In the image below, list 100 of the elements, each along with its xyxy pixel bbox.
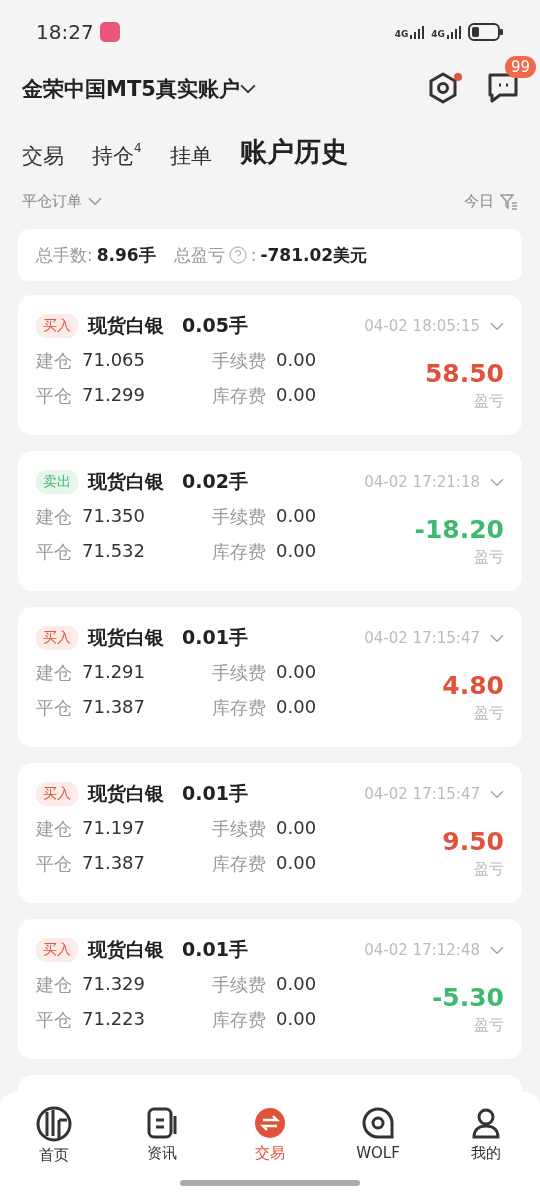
order-time: 04-02 17:12:48 (364, 941, 480, 959)
order-time: 04-02 18:05:15 (364, 317, 480, 335)
symbol: 现货白银 (88, 937, 164, 962)
close-price: 71.387 (82, 696, 146, 719)
open-price: 71.291 (82, 661, 146, 684)
chat-icon (361, 1106, 395, 1140)
colon: : (250, 245, 257, 265)
field-label: 平仓 (36, 696, 72, 720)
tab[interactable]: 挂单 (169, 142, 212, 170)
profit-value: 9.50 (442, 827, 504, 856)
fee-value: 0.00 (276, 349, 317, 372)
order-time: 04-02 17:15:47 (364, 785, 480, 803)
nav-item[interactable]: 交易 (216, 1106, 324, 1198)
open-price: 71.197 (82, 817, 146, 840)
nav-item[interactable]: 资讯 (108, 1106, 216, 1198)
field-label: 库存费 (212, 1008, 266, 1032)
field-label: 建仓 (36, 349, 72, 373)
exchange-icon (253, 1106, 287, 1140)
field-label: 手续费 (212, 505, 266, 529)
field-label: 库存费 (212, 696, 266, 720)
logo-icon (36, 1106, 72, 1142)
profit-label: 盈亏 (474, 860, 504, 879)
lots: 0.01手 (182, 781, 248, 806)
nav-item[interactable]: 我的 (432, 1106, 540, 1198)
field-label: 手续费 (212, 817, 266, 841)
field-label: 平仓 (36, 384, 72, 408)
field-label: 手续费 (212, 349, 266, 373)
field-label: 库存费 (212, 852, 266, 876)
fee-value: 0.00 (276, 973, 317, 996)
field-label: 建仓 (36, 505, 72, 529)
symbol: 现货白银 (88, 469, 164, 494)
order-card[interactable]: 卖出 现货白银 0.02手 04-02 17:21:18 建仓 71.350 手续费 0.00 平仓 71.532 库存费 0.00 -18.20 盈亏 (18, 451, 522, 591)
order-time: 04-02 17:15:47 (364, 629, 480, 647)
pnl-label: 总盈亏 (173, 243, 225, 267)
profit-label: 盈亏 (474, 548, 504, 567)
chevron-icon (490, 477, 504, 487)
order-card[interactable]: 买入 现货白银 0.05手 04-02 18:05:15 建仓 71.065 手续费 0.00 平仓 71.299 库存费 0.00 58.50 盈亏 (18, 295, 522, 435)
lots: 0.05手 (182, 313, 248, 338)
swap-value: 0.00 (276, 540, 317, 563)
open-price: 71.329 (82, 973, 146, 996)
tab[interactable]: 交易 (22, 142, 64, 170)
battery-icon (468, 23, 504, 41)
close-price: 71.387 (82, 852, 146, 875)
open-price: 71.350 (82, 505, 146, 528)
profit-value: -18.20 (414, 515, 504, 544)
fee-value: 0.00 (276, 817, 317, 840)
lots: 0.01手 (182, 937, 248, 962)
order-card[interactable]: 买入 现货白银 0.01手 04-02 17:15:47 建仓 71.197 手续费 0.00 平仓 71.387 库存费 0.00 9.50 盈亏 (18, 763, 522, 903)
chevron-icon (490, 945, 504, 955)
field-label: 建仓 (36, 973, 72, 997)
chevron-icon (88, 197, 102, 206)
order-card[interactable]: 买入 现货白银 0.01手 04-02 17:12:48 建仓 71.329 手续费 0.00 平仓 71.223 库存费 0.00 -5.30 盈亏 (18, 919, 522, 1059)
total-lots: 8.96手 (96, 243, 156, 267)
side-tag: 卖出 (36, 470, 78, 494)
field-label: 建仓 (36, 661, 72, 685)
profit-label: 盈亏 (474, 704, 504, 723)
symbol: 现货白银 (88, 625, 164, 650)
field-label: 平仓 (36, 852, 72, 876)
nav-item[interactable]: WOLF (324, 1106, 432, 1198)
field-label: 手续费 (212, 661, 266, 685)
nav-item[interactable]: 首页 (0, 1106, 108, 1198)
lots: 0.01手 (182, 625, 248, 650)
lots-label: 总手数: (36, 243, 93, 267)
app-icon (99, 22, 120, 42)
close-price: 71.223 (82, 1008, 146, 1031)
symbol: 现货白银 (88, 781, 164, 806)
field-label: 库存费 (212, 540, 266, 564)
profit-label: 盈亏 (474, 392, 504, 411)
chevron-icon (490, 789, 504, 799)
order-card[interactable]: 买入 现货白银 0.01手 04-02 17:15:47 建仓 71.291 手续费 0.00 平仓 71.387 库存费 0.00 4.80 盈亏 (18, 607, 522, 747)
total-pnl: -781.02美元 (260, 243, 368, 267)
order-time: 04-02 17:21:18 (364, 473, 480, 491)
tab[interactable]: 账户历史 (239, 134, 348, 170)
account-title[interactable]: 金荣中国MT5真实账户 (22, 75, 240, 103)
fee-value: 0.00 (276, 661, 317, 684)
close-price: 71.299 (82, 384, 146, 407)
swap-value: 0.00 (276, 852, 317, 875)
chevron-icon (490, 633, 504, 643)
lots: 0.02手 (182, 469, 248, 494)
swap-value: 0.00 (276, 696, 317, 719)
profit-value: -5.30 (431, 983, 504, 1012)
signal-4g: 4G (431, 25, 462, 39)
open-price: 71.065 (82, 349, 146, 372)
side-tag: 买入 (36, 314, 78, 338)
profit-value: 4.80 (442, 671, 504, 700)
field-label: 建仓 (36, 817, 72, 841)
field-label: 库存费 (212, 384, 266, 408)
side-tag: 买入 (36, 938, 78, 962)
profit-value: 58.50 (424, 359, 504, 388)
message-badge: 99 (504, 56, 536, 78)
symbol: 现货白银 (88, 313, 164, 338)
side-tag: 买入 (36, 626, 78, 650)
swap-value: 0.00 (276, 1008, 317, 1031)
news-icon (145, 1106, 179, 1140)
swap-value: 0.00 (276, 384, 317, 407)
filter-icon (500, 192, 518, 211)
tab[interactable]: 持仓$^{4}$ (92, 142, 142, 170)
field-label: 平仓 (36, 1008, 72, 1032)
chevron-icon (239, 84, 256, 94)
signal-4g: 4G (394, 25, 426, 39)
